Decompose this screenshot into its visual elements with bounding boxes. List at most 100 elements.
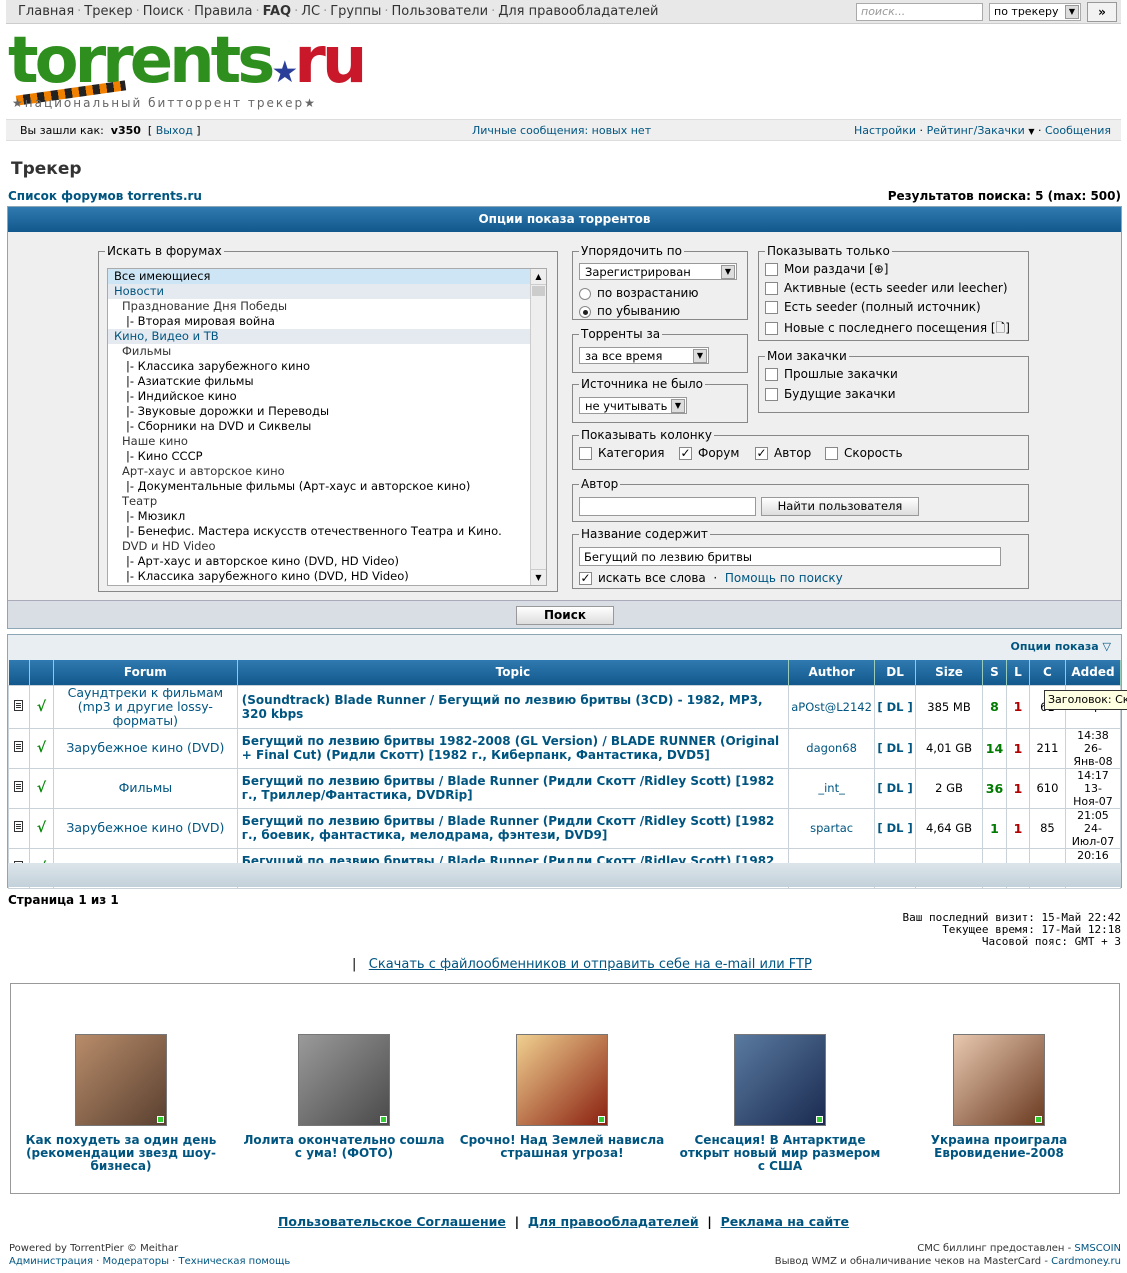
column-header[interactable]: L (1006, 660, 1030, 685)
display-options-link[interactable]: Опции показа ▽ (1011, 640, 1112, 653)
download-link[interactable]: [ DL ] (874, 767, 917, 809)
author-link[interactable]: aPOst@L2142 (788, 684, 876, 729)
nav-item[interactable]: Поиск (143, 4, 184, 19)
forum-list-item[interactable]: |- Кино СССР (108, 449, 546, 464)
checkbox-future[interactable] (765, 388, 778, 401)
author-link[interactable]: dagon68 (788, 727, 876, 769)
checkbox-past[interactable] (765, 368, 778, 381)
forum-list-item[interactable]: |- Вторая мировая война (108, 314, 546, 329)
moderators-link[interactable]: Модераторы (103, 1256, 169, 1267)
scrollbar[interactable]: ▲ ▼ (530, 269, 546, 585)
only-my-option[interactable]: Мои раздачи [⊕] (765, 262, 888, 276)
ad-thumbnail[interactable] (516, 1034, 608, 1126)
ad-thumbnail[interactable] (75, 1034, 167, 1126)
forum-list-item[interactable]: Новости (108, 284, 546, 299)
forum-link[interactable]: Зарубежное кино (DVD) (52, 807, 238, 849)
sort-select[interactable]: Зарегистрирован ▼ (579, 263, 737, 280)
search-scope-select[interactable]: по трекеру ▼ (989, 3, 1081, 21)
advertising-link[interactable]: Реклама на сайте (721, 1214, 849, 1229)
download-link[interactable]: [ DL ] (874, 727, 917, 769)
forum-list-item[interactable]: Арт-хаус и авторское кино (108, 464, 546, 479)
author-input[interactable] (579, 497, 756, 516)
author-link[interactable]: spartac (788, 807, 876, 849)
ad-item[interactable]: Срочно! Над Землей нависла страшная угро… (457, 1034, 667, 1160)
forum-listbox[interactable]: Все имеющиеся Новости Празднование Дня Поб… (107, 268, 547, 586)
forum-list-item[interactable]: |- Документальные фильмы (Арт-хаус и авт… (108, 479, 546, 494)
checkbox-author[interactable]: ✓ (755, 447, 768, 460)
seeder-select[interactable]: не учитывать ▼ (579, 397, 687, 414)
download-to-email-link[interactable]: Скачать с файлообменников и отправить се… (369, 957, 812, 972)
scroll-down-icon[interactable]: ▼ (531, 569, 546, 585)
title-input[interactable]: Бегущий по лезвию бритвы (579, 547, 1001, 566)
forum-link[interactable]: Зарубежное кино (DVD) (52, 727, 238, 769)
forum-list-item[interactable]: |- Индийское кино (108, 389, 546, 404)
forum-list-item[interactable]: Фильмы (108, 344, 546, 359)
nav-item[interactable]: Группы (330, 4, 381, 19)
ad-thumbnail[interactable] (953, 1034, 1045, 1126)
col-author-option[interactable]: ✓ Автор (755, 446, 811, 460)
ad-item[interactable]: Как похудеть за один день (рекомендации … (16, 1034, 226, 1173)
dropdown-icon[interactable]: ▼ (1028, 127, 1034, 136)
radio-asc[interactable] (579, 287, 591, 300)
find-user-button[interactable]: Найти пользователя (761, 497, 919, 516)
column-header[interactable]: Size (915, 660, 983, 685)
download-link[interactable]: [ DL ] (874, 807, 917, 849)
topic-link[interactable]: (Soundtrack) Blade Runner / Бегущий по л… (236, 684, 790, 729)
topic-link[interactable]: Бегущий по лезвию бритвы / Blade Runner … (236, 767, 790, 809)
download-link[interactable]: [ DL ] (874, 684, 917, 729)
checkbox-category[interactable] (579, 447, 592, 460)
forum-list-item[interactable]: DVD и HD Video (108, 539, 546, 554)
checkbox-new[interactable] (765, 322, 778, 335)
period-select[interactable]: за все время ▼ (579, 347, 709, 364)
forum-list-item[interactable]: Наше кино (108, 434, 546, 449)
nav-item[interactable]: Пользователи (392, 4, 489, 19)
cardmoney-link[interactable]: Cardmoney.ru (1051, 1256, 1121, 1267)
only-active-option[interactable]: Активные (есть seeder или leecher) (765, 281, 1008, 295)
forum-list-item[interactable]: Празднование Дня Победы (108, 299, 546, 314)
forum-list-item[interactable]: |- Сборники на DVD и Сиквелы (108, 419, 546, 434)
checkbox-seeder[interactable] (765, 301, 778, 314)
column-header[interactable]: DL (874, 660, 917, 685)
radio-desc[interactable] (579, 305, 591, 318)
checkbox-active[interactable] (765, 282, 778, 295)
sort-asc-option[interactable]: по возрастанию (579, 286, 698, 300)
column-header[interactable]: C (1029, 660, 1066, 685)
nav-item[interactable]: Трекер (84, 4, 132, 19)
scroll-up-icon[interactable]: ▲ (531, 269, 546, 285)
ad-thumbnail[interactable] (734, 1034, 826, 1126)
past-downloads-option[interactable]: Прошлые закачки (765, 367, 898, 381)
tech-support-link[interactable]: Техническая помощь (179, 1256, 291, 1267)
nav-item[interactable]: Правила (194, 4, 252, 19)
only-seeder-option[interactable]: Есть seeder (полный источник) (765, 300, 981, 314)
column-header[interactable]: Author (788, 660, 876, 685)
checkbox-all-words[interactable]: ✓ (579, 572, 592, 585)
ad-item[interactable]: Лолита окончательно сошла с ума! (ФОТО) (239, 1034, 449, 1160)
forum-list-item[interactable]: Театр (108, 494, 546, 509)
forum-list-item[interactable]: |- Классика зарубежного кино (108, 359, 546, 374)
col-category-option[interactable]: Категория (579, 446, 665, 460)
checkbox-speed[interactable] (825, 447, 838, 460)
nav-item[interactable]: ЛС (301, 4, 320, 19)
smscoin-link[interactable]: SMSCOIN (1074, 1243, 1121, 1254)
copyright-holders-link[interactable]: Для правообладателей (528, 1214, 699, 1229)
search-help-link[interactable]: Помощь по поиску (725, 571, 843, 585)
column-header[interactable]: Added (1065, 660, 1122, 685)
checkbox-my[interactable] (765, 263, 778, 276)
col-speed-option[interactable]: Скорость (825, 446, 903, 460)
checkbox-forum[interactable]: ✓ (679, 447, 692, 460)
rating-link[interactable]: Рейтинг/Закачки (927, 124, 1025, 137)
forum-list-item[interactable]: Все имеющиеся (108, 269, 546, 284)
forum-list-item[interactable]: |- Классика зарубежного кино (DVD, HD Vi… (108, 569, 546, 584)
forum-list-item[interactable]: |- Арт-хаус и авторское кино (DVD, HD Vi… (108, 554, 546, 569)
nav-item[interactable]: Главная (18, 4, 74, 19)
topic-link[interactable]: Бегущий по лезвию бритвы / Blade Runner … (236, 807, 790, 849)
all-words-option[interactable]: ✓ искать все слова · Помощь по поиску (579, 571, 843, 585)
breadcrumb[interactable]: Список форумов torrents.ru (8, 189, 202, 203)
only-new-option[interactable]: Новые с последнего посещения [🗋] (765, 319, 1010, 340)
forum-list-item[interactable]: |- Азиатские фильмы (108, 374, 546, 389)
administration-link[interactable]: Администрация (9, 1256, 93, 1267)
logout-link[interactable]: Выход (156, 124, 193, 137)
forum-link[interactable]: Саундтреки к фильмам (mp3 и другие lossy… (52, 684, 238, 729)
ad-thumbnail[interactable] (298, 1034, 390, 1126)
messages-link[interactable]: Сообщения (1045, 124, 1111, 137)
